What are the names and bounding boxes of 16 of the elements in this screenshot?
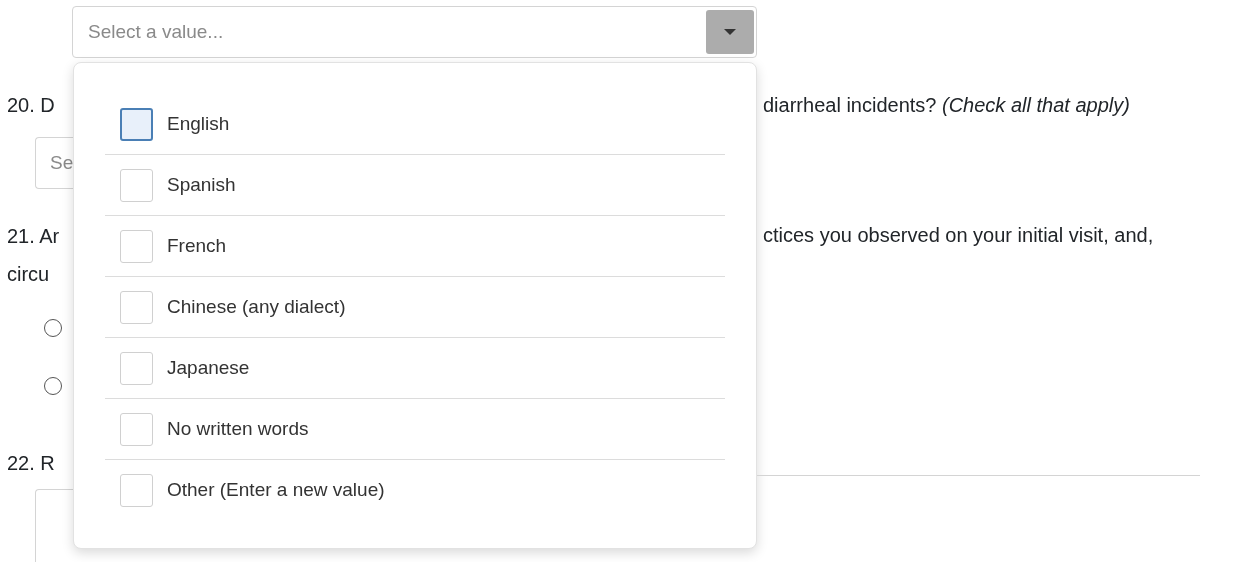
question-text: 20. D xyxy=(7,93,55,118)
dropdown-option[interactable]: Other (Enter a new value) xyxy=(105,460,725,520)
checkbox[interactable] xyxy=(120,107,153,141)
dropdown-option[interactable]: No written words xyxy=(105,399,725,460)
dropdown-option[interactable]: Chinese (any dialect) xyxy=(105,277,725,338)
dropdown-option[interactable]: Japanese xyxy=(105,338,725,399)
question-text: 22. R xyxy=(7,451,55,476)
dropdown-option[interactable]: Spanish xyxy=(105,155,725,216)
dropdown-option[interactable]: French xyxy=(105,216,725,277)
question-text: circu xyxy=(7,262,50,287)
question-text: diarrheal incidents? (Check all that apply) xyxy=(763,93,1130,118)
question-text: ctices you observed on your initial visit, and, xyxy=(763,223,1154,248)
caret-icon xyxy=(724,28,736,36)
dropdown-toggle-button[interactable] xyxy=(706,10,754,54)
dropdown-option[interactable]: English xyxy=(105,94,725,155)
question-text: 21. Ar xyxy=(7,224,60,249)
